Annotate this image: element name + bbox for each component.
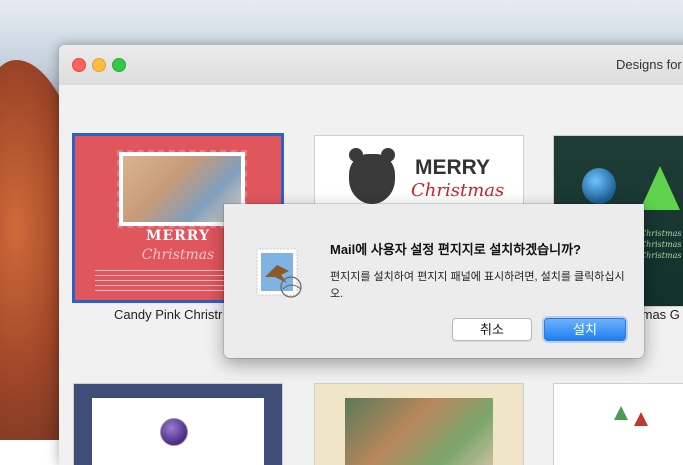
ornament-icon: [582, 168, 616, 204]
install-stationery-dialog: Mail에 사용자 설정 편지지로 설치하겠습니까? 편지지를 설치하여 편지지…: [224, 204, 644, 358]
design-card-label: Candy Pink Christr: [114, 307, 223, 322]
mail-stamp-icon: [256, 248, 302, 298]
minimize-button[interactable]: [92, 58, 106, 72]
design-card-purple-ornament[interactable]: [73, 383, 283, 465]
window-title: Designs for: [616, 57, 682, 72]
close-button[interactable]: [72, 58, 86, 72]
design-card-label: tmas G: [638, 307, 680, 322]
card-photo: [345, 398, 493, 465]
tree-ornament-icon: [640, 166, 680, 210]
dialog-title: Mail에 사용자 설정 편지지로 설치하겠습니까?: [330, 242, 581, 257]
tree-icon: [634, 412, 648, 426]
card-merry-text: MERRY: [415, 156, 491, 179]
tree-icon: [614, 406, 628, 420]
card-christmas-text: Christmas Christmas Christmas: [640, 229, 682, 260]
cancel-button[interactable]: 취소: [452, 318, 532, 341]
bear-icon: [349, 148, 395, 204]
ornament-icon: [160, 418, 188, 446]
zoom-button[interactable]: [112, 58, 126, 72]
dialog-message: 편지지를 설치하여 편지지 패널에 표시하려면, 설치를 클릭하십시오.: [330, 271, 625, 300]
install-button[interactable]: 설치: [544, 318, 626, 341]
design-card-trees[interactable]: [553, 383, 683, 465]
window-titlebar[interactable]: Designs for: [59, 45, 683, 86]
card-christmas-text: Christmas: [411, 180, 505, 201]
design-card-family-photo[interactable]: [314, 383, 524, 465]
